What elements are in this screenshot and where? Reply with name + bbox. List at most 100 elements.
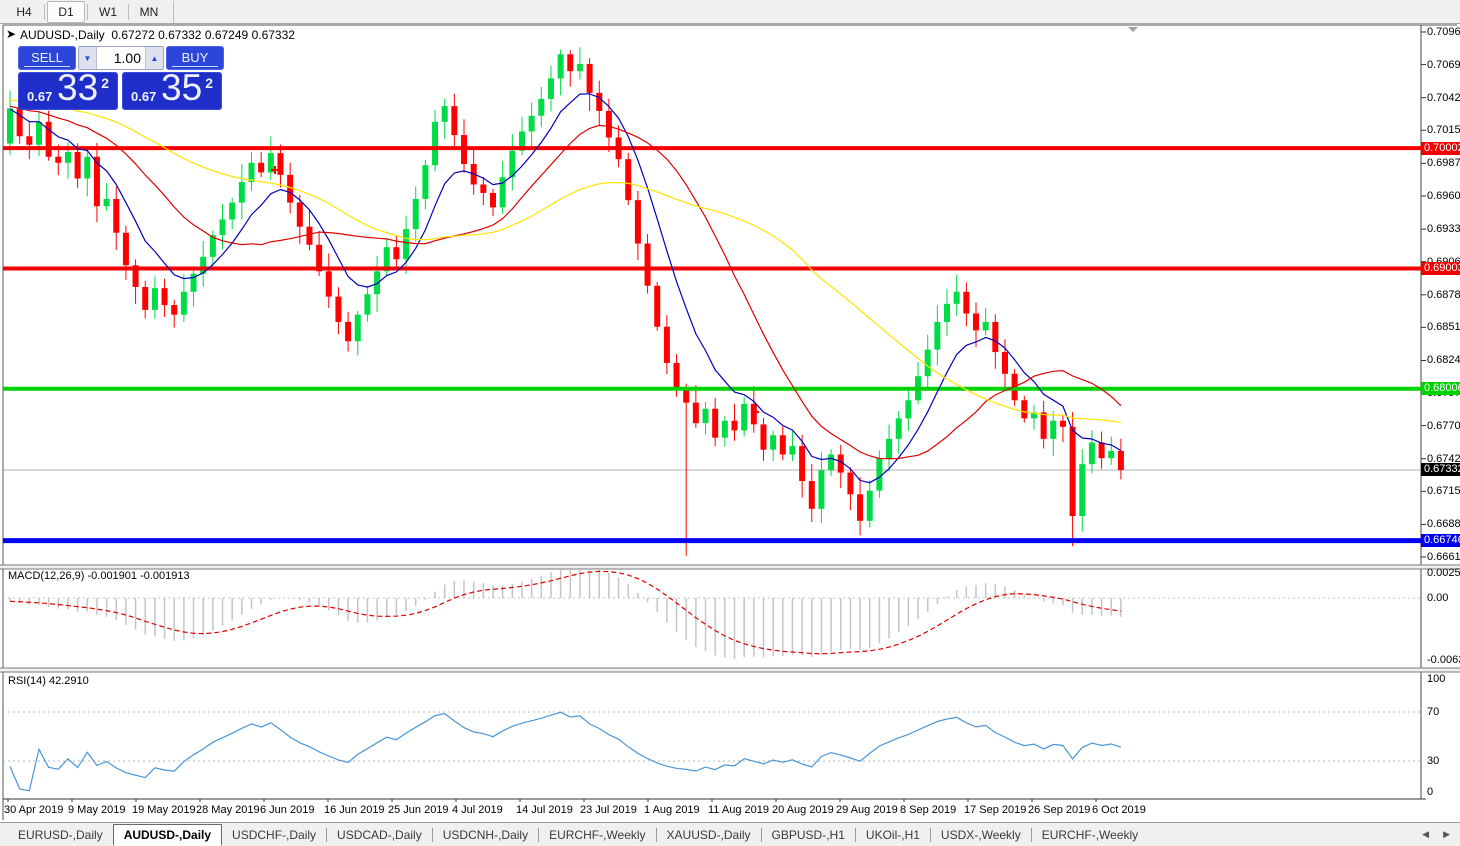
date-label: 17 Sep 2019 bbox=[964, 804, 1027, 816]
mt4-window: H4 D1 W1 MN ➤ AUDUSD-,Daily 0.67272 0.67332… bbox=[0, 0, 1460, 846]
macd-label: MACD(12,26,9) -0.001901 -0.001913 bbox=[8, 570, 190, 582]
sell-price-pip: 2 bbox=[101, 75, 109, 91]
price-tick: 0.68515 bbox=[1427, 321, 1460, 334]
price-line-badge: 0.70002 bbox=[1421, 141, 1460, 155]
chart-symbol: AUDUSD-,Daily bbox=[20, 28, 105, 42]
candle-up bbox=[1088, 442, 1095, 465]
volume-input[interactable] bbox=[97, 47, 145, 69]
tab-scroll-left-icon[interactable]: ◀ bbox=[1422, 829, 1429, 840]
candle-down bbox=[325, 271, 332, 297]
candle-up bbox=[905, 400, 912, 419]
candle-down bbox=[171, 305, 178, 315]
current-price-badge: 0.67332 bbox=[1421, 463, 1460, 477]
date-label: 25 Jun 2019 bbox=[388, 804, 449, 816]
volume-increase-button[interactable]: ▲ bbox=[145, 47, 163, 69]
candle-down bbox=[480, 184, 487, 193]
ohlc-low: 0.67249 bbox=[204, 28, 249, 42]
rsi-scale-30: 30 bbox=[1427, 755, 1440, 767]
candle-up bbox=[721, 420, 728, 438]
volume-decrease-button[interactable]: ▼ bbox=[79, 47, 97, 69]
candle-up bbox=[576, 63, 583, 72]
tab-usdcnh-daily[interactable]: USDCNH-,Daily bbox=[433, 825, 538, 845]
buy-price-big: 35 bbox=[161, 67, 203, 108]
candle-up bbox=[364, 294, 371, 315]
price-tick: 0.69875 bbox=[1427, 157, 1460, 170]
date-label: 19 May 2019 bbox=[132, 804, 196, 816]
chart-canvas[interactable] bbox=[0, 0, 1460, 846]
candle-down bbox=[1069, 426, 1076, 517]
price-line-badge: 0.68006 bbox=[1421, 382, 1460, 396]
date-label: 6 Oct 2019 bbox=[1092, 804, 1146, 816]
one-click-trading-panel: SELL ▼ ▲ BUY 0.67 33 2 0.67 35 2 bbox=[18, 46, 224, 110]
candle-up bbox=[886, 438, 893, 459]
candle-down bbox=[122, 232, 129, 266]
tab-gbpusd-h1[interactable]: GBPUSD-,H1 bbox=[762, 825, 855, 845]
candle-up bbox=[818, 470, 825, 509]
candle-up bbox=[422, 165, 429, 199]
sell-button-label: SELL bbox=[31, 49, 63, 65]
candle-down bbox=[663, 326, 670, 363]
candle-up bbox=[7, 108, 13, 144]
candle-up bbox=[238, 182, 245, 203]
candle-down bbox=[586, 63, 593, 93]
tab-scroll-right-icon[interactable]: ▶ bbox=[1443, 829, 1450, 840]
candle-down bbox=[673, 362, 680, 389]
tab-usdcad-daily[interactable]: USDCAD-,Daily bbox=[327, 825, 432, 845]
candle-up bbox=[702, 408, 709, 424]
macd-scale-max: 0.002574 bbox=[1427, 567, 1460, 579]
candle-down bbox=[779, 435, 786, 455]
candle-down bbox=[335, 296, 342, 322]
candle-up bbox=[1079, 464, 1086, 517]
candle-up bbox=[924, 349, 931, 377]
date-label: 23 Jul 2019 bbox=[580, 804, 637, 816]
candle-down bbox=[731, 420, 738, 431]
tab-ukoil-h1[interactable]: UKOil-,H1 bbox=[856, 825, 930, 845]
sell-price-box[interactable]: 0.67 33 2 bbox=[18, 67, 118, 110]
candle-down bbox=[1098, 442, 1105, 459]
fast-ma bbox=[9, 93, 1122, 484]
date-label: 1 Aug 2019 bbox=[644, 804, 700, 816]
candle-down bbox=[1001, 352, 1008, 374]
buy-price-pip: 2 bbox=[205, 75, 213, 91]
ohlc-high: 0.67332 bbox=[158, 28, 202, 42]
candle-up bbox=[354, 314, 361, 342]
candle-up bbox=[151, 288, 158, 310]
candle-down bbox=[992, 321, 999, 353]
candle-down bbox=[712, 408, 719, 438]
candle-down bbox=[760, 424, 767, 450]
candle-down bbox=[1117, 450, 1124, 470]
tab-audusd-daily[interactable]: AUDUSD-,Daily bbox=[112, 823, 223, 846]
tab-eurusd-daily[interactable]: EURUSD-,Daily bbox=[8, 825, 113, 845]
ohlc-open: 0.67272 bbox=[111, 28, 155, 42]
buy-price-box[interactable]: 0.67 35 2 bbox=[122, 67, 222, 110]
candle-down bbox=[296, 202, 303, 227]
candle-up bbox=[180, 291, 187, 315]
price-tick: 0.69605 bbox=[1427, 189, 1460, 202]
price-tick: 0.66880 bbox=[1427, 518, 1460, 531]
candle-up bbox=[741, 403, 748, 431]
candle-down bbox=[277, 153, 284, 175]
tab-eurchf-weekly[interactable]: EURCHF-,Weekly bbox=[1032, 825, 1148, 845]
candle-up bbox=[1108, 450, 1115, 459]
candle-down bbox=[490, 192, 496, 208]
tab-usdchf-daily[interactable]: USDCHF-,Daily bbox=[222, 825, 326, 845]
candle-up bbox=[934, 321, 941, 350]
candle-down bbox=[161, 288, 168, 306]
candle-down bbox=[857, 494, 864, 521]
macd-scale-zero: 0.00 bbox=[1427, 592, 1449, 604]
buy-price-prefix: 0.67 bbox=[131, 89, 157, 104]
date-label: 20 Aug 2019 bbox=[772, 804, 834, 816]
tab-xauusd-daily[interactable]: XAUUSD-,Daily bbox=[657, 825, 761, 845]
candle-down bbox=[1021, 400, 1028, 419]
candle-up bbox=[547, 78, 554, 99]
macd-scale-min: -0.006326 bbox=[1427, 654, 1460, 666]
price-tick: 0.70420 bbox=[1427, 91, 1460, 104]
date-label: 8 Sep 2019 bbox=[900, 804, 957, 816]
tab-eurchf-weekly[interactable]: EURCHF-,Weekly bbox=[539, 825, 655, 845]
candle-up bbox=[374, 271, 381, 295]
candle-down bbox=[142, 286, 149, 310]
candle-up bbox=[982, 321, 989, 331]
tab-usdx-weekly[interactable]: USDX-,Weekly bbox=[931, 825, 1031, 845]
chart-shift-marker[interactable] bbox=[1128, 27, 1138, 32]
candle-down bbox=[808, 481, 815, 509]
